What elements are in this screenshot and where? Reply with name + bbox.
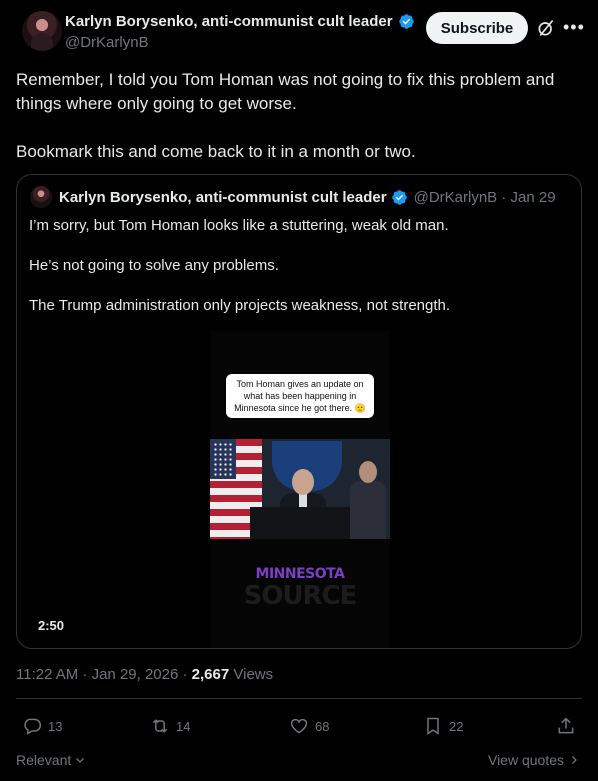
author-name[interactable]: Karlyn Borysenko, anti-communist cult le… [65,13,393,30]
quoted-handle-date: @DrKarlynB · Jan 29 [413,189,556,206]
reply-button[interactable]: 13 [22,716,62,736]
heart-icon [290,718,308,734]
divider [16,698,582,699]
quoted-author-avatar [30,186,52,208]
quoted-post-header: Karlyn Borysenko, anti-communist cult le… [59,189,556,206]
quoted-post-card[interactable]: Karlyn Borysenko, anti-communist cult le… [16,174,582,649]
post-paragraph: Remember, I told you Tom Homan was not g… [16,70,555,113]
bookmark-button[interactable]: 22 [423,716,463,736]
author-block: Karlyn Borysenko, anti-communist cult le… [65,13,415,51]
verified-badge-icon [398,14,414,29]
post-timestamp[interactable]: 11:22 AM · Jan 29, 2026 · 2,667 Views [16,666,273,683]
bookmark-icon [427,717,439,735]
share-icon [558,717,574,734]
video-duration: 2:50 [38,618,65,633]
view-quotes-link[interactable]: View quotes [488,752,580,768]
quoted-post-text: I’m sorry, but Tom Homan looks like a st… [29,216,569,336]
views-count: 2,667 [191,666,230,683]
verified-badge-icon [391,190,407,205]
repost-icon [152,719,168,733]
chevron-down-icon [76,758,85,763]
author-avatar[interactable] [22,11,62,51]
post-text: Remember, I told you Tom Homan was not g… [16,68,586,188]
video-player[interactable]: Tom Homan gives an update on what has be… [210,331,390,648]
like-count: 68 [315,718,330,734]
subscribe-button[interactable]: Subscribe [426,12,528,44]
view-quotes-label: View quotes [487,752,564,768]
podium [250,507,350,539]
person-figure [350,461,386,539]
video-caption: Tom Homan gives an update on what has be… [226,374,374,418]
repost-count: 14 [176,718,191,734]
grok-icon[interactable] [536,18,556,38]
sort-replies-dropdown[interactable]: Relevant [16,752,86,768]
like-button[interactable]: 68 [289,716,329,736]
video-frame [210,439,390,539]
bookmark-count: 22 [449,718,464,734]
quoted-paragraph: He’s not going to solve any problems. [29,257,279,274]
video-brand-bottom: SOURCE [243,581,358,611]
timestamp-text[interactable]: 11:22 AM · Jan 29, 2026 · [16,666,192,683]
more-options-icon[interactable]: ••• [563,17,584,37]
reply-count: 13 [48,718,63,734]
share-button[interactable] [556,716,576,736]
post-paragraph: Bookmark this and come back to it in a m… [16,142,416,161]
quoted-paragraph: I’m sorry, but Tom Homan looks like a st… [29,217,449,234]
views-label: Views [229,666,274,683]
repost-button[interactable]: 14 [150,716,190,736]
action-bar: 13 14 68 22 [16,716,582,740]
chevron-right-icon [572,756,577,764]
sort-label: Relevant [16,752,72,768]
quoted-paragraph: The Trump administration only projects w… [29,297,451,314]
video-brand-top: MINNESOTA [255,566,345,582]
reply-icon [24,718,42,735]
author-handle[interactable]: @DrKarlynB [65,34,415,51]
quoted-author-name: Karlyn Borysenko, anti-communist cult le… [59,189,387,206]
